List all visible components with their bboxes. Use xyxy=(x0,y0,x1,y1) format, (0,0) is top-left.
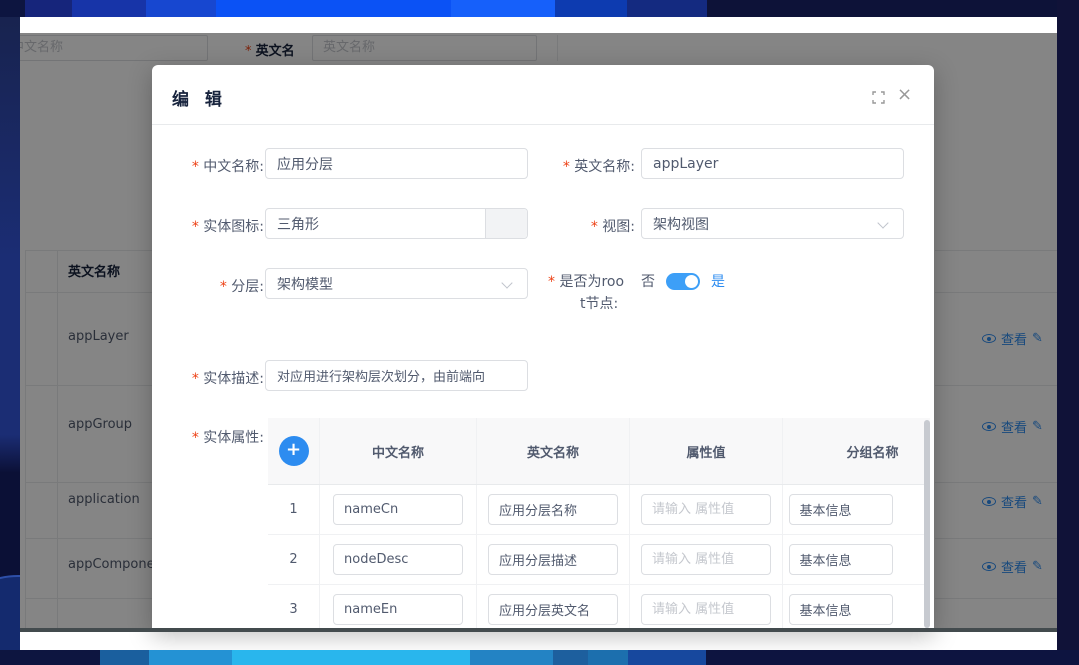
attr-table-row: 1 xyxy=(268,485,930,535)
frame-top-segment xyxy=(216,0,451,17)
frame-bottom-segment xyxy=(100,650,149,665)
view-select[interactable] xyxy=(641,208,904,239)
frame-top-segment xyxy=(555,0,627,17)
attr-table: + 中文名称 英文名称 属性值 分组名称 1 2 xyxy=(268,418,930,630)
edit-modal: 编 辑 × 中文名称: 英文名称: 实体图标: 视图: 分层: 是否为roo xyxy=(152,65,934,630)
entity-attrs-label: 实体属性: xyxy=(152,427,264,447)
frame-bottom-segment xyxy=(553,650,588,665)
entity-icon-label: 实体图标: xyxy=(152,216,264,236)
attr-col-header: 英文名称 xyxy=(477,418,630,484)
close-icon[interactable]: × xyxy=(897,86,912,104)
frame-top-segment xyxy=(72,0,146,17)
attr-cn-input[interactable] xyxy=(333,594,463,625)
layer-label: 分层: xyxy=(152,276,264,296)
page-bottom-edge xyxy=(20,628,1057,632)
is-root-label-line1: 是否为roo xyxy=(548,274,624,290)
is-root-toggle-group: 否 是 xyxy=(641,271,725,291)
layer-select[interactable] xyxy=(265,268,528,299)
attr-value-input[interactable] xyxy=(641,544,771,575)
app-window: 中文名称 英文名 英文名称 英文名称 appLayer appGroup app… xyxy=(20,17,1057,650)
root-toggle-switch[interactable] xyxy=(666,273,700,290)
attr-col-header: 分组名称 xyxy=(783,418,930,484)
toggle-off-text: 否 xyxy=(641,271,655,291)
add-attr-button[interactable]: + xyxy=(279,436,309,466)
attr-table-scrollbar[interactable] xyxy=(924,420,930,628)
attr-table-row: 3 xyxy=(268,585,930,630)
attr-value-input[interactable] xyxy=(641,494,771,525)
attr-row-number: 3 xyxy=(268,585,320,630)
frame-circle-decor xyxy=(0,575,20,650)
attr-col-header: 属性值 xyxy=(630,418,783,484)
en-name-input[interactable] xyxy=(641,148,904,179)
attr-en-input[interactable] xyxy=(488,494,618,525)
attr-group-input[interactable] xyxy=(789,494,893,525)
cn-name-input[interactable] xyxy=(265,148,528,179)
frame-bottom-segment xyxy=(232,650,470,665)
frame-right-strip xyxy=(1057,0,1079,665)
frame-top-segment xyxy=(146,0,216,17)
modal-header-divider xyxy=(152,124,934,125)
modal-title: 编 辑 xyxy=(172,85,227,110)
attr-cn-input[interactable] xyxy=(333,494,463,525)
frame-top-segment xyxy=(0,0,25,17)
frame-bottom-segment xyxy=(628,650,706,665)
frame-bottom-segment xyxy=(588,650,628,665)
attr-group-input[interactable] xyxy=(789,594,893,625)
frame-bottom-segment xyxy=(706,650,1079,665)
entity-desc-label: 实体描述: xyxy=(152,368,264,388)
attr-en-input[interactable] xyxy=(488,544,618,575)
toggle-on-text: 是 xyxy=(711,271,725,291)
desktop: 中文名称 英文名 英文名称 英文名称 appLayer appGroup app… xyxy=(0,0,1079,665)
attr-table-header-row: + 中文名称 英文名称 属性值 分组名称 xyxy=(268,418,930,485)
frame-top-segment xyxy=(25,0,72,17)
attr-group-input[interactable] xyxy=(789,544,893,575)
view-label: 视图: xyxy=(523,216,635,236)
attr-value-input[interactable] xyxy=(641,594,771,625)
attr-table-row: 2 xyxy=(268,535,930,585)
is-root-label-line2: t节点: xyxy=(580,296,618,312)
attr-row-number: 1 xyxy=(268,485,320,534)
frame-top-segment xyxy=(707,0,1079,17)
en-name-label: 英文名称: xyxy=(523,156,635,176)
attr-en-input[interactable] xyxy=(488,594,618,625)
frame-left-strip xyxy=(0,17,20,650)
cn-name-label: 中文名称: xyxy=(152,156,264,176)
attr-cn-input[interactable] xyxy=(333,544,463,575)
attr-col-header: 中文名称 xyxy=(320,418,477,484)
icon-preview-box[interactable] xyxy=(485,209,527,238)
fullscreen-icon[interactable] xyxy=(872,91,885,104)
frame-top-segment xyxy=(451,0,555,17)
is-root-label: 是否为roo t节点: xyxy=(548,271,640,315)
frame-bottom-segment xyxy=(470,650,553,665)
attr-row-number: 2 xyxy=(268,535,320,584)
frame-top-segment xyxy=(627,0,707,17)
frame-bottom-segment xyxy=(149,650,232,665)
entity-desc-input[interactable] xyxy=(265,360,528,391)
frame-bottom-segment xyxy=(0,650,100,665)
